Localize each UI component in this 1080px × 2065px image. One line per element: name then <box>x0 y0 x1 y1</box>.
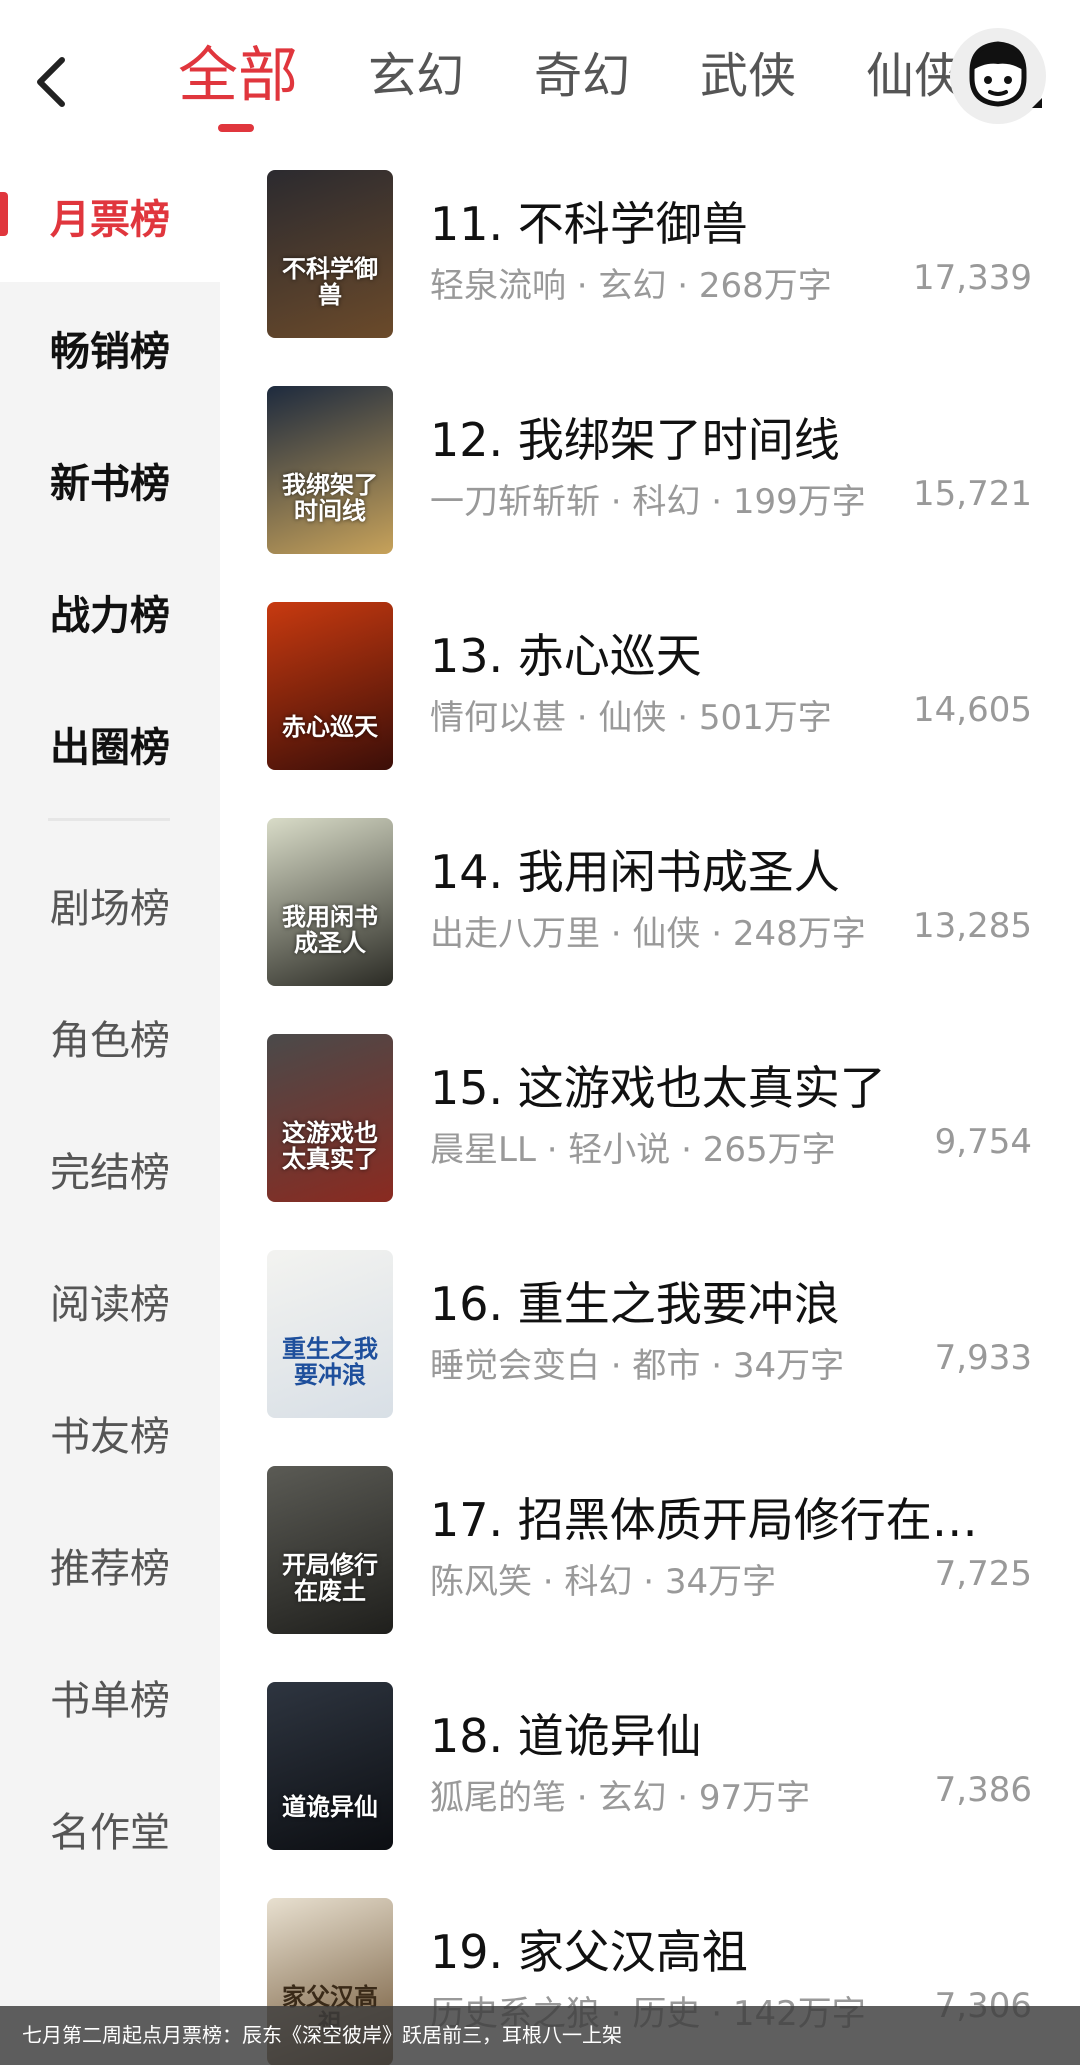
list-item[interactable]: 开局修行在废土 17. 招黑体质开局修行在… 陈风笑 · 科幻 · 34万字 7… <box>220 1446 1080 1662</box>
book-title: 18. 道诡异仙 <box>430 1709 702 1763</box>
cover-title: 我绑架了时间线 <box>282 470 378 525</box>
tab-xianxia[interactable]: 仙侠 <box>866 36 962 116</box>
book-meta: 睡觉会变白 · 都市 · 34万字 <box>430 1346 845 1386</box>
sidebar-item-completed[interactable]: 完结榜 <box>0 1103 220 1235</box>
sidebar-item-recommend[interactable]: 推荐榜 <box>0 1499 220 1631</box>
sidebar-item-power[interactable]: 战力榜 <box>0 546 220 678</box>
book-meta: 轻泉流响 · 玄幻 · 268万字 <box>430 266 832 306</box>
book-cover[interactable]: 开局修行在废土 <box>267 1466 393 1634</box>
book-cover[interactable]: 我绑架了时间线 <box>267 386 393 554</box>
book-cover[interactable]: 我用闲书成圣人 <box>267 818 393 986</box>
book-title: 13. 赤心巡天 <box>430 629 702 683</box>
monthly-ticket-count: 7,725 <box>934 1554 1032 1594</box>
caption-bar: 七月第二周起点月票榜：辰东《深空彼岸》跃居前三，耳根八一上架 <box>0 2006 1080 2065</box>
tab-wuxia[interactable]: 武侠 <box>700 36 796 116</box>
book-meta: 出走八万里 · 仙侠 · 248万字 <box>430 914 866 954</box>
book-meta: 情何以甚 · 仙侠 · 501万字 <box>430 698 832 738</box>
monthly-ticket-count: 14,605 <box>913 690 1032 730</box>
list-item[interactable]: 道诡异仙 18. 道诡异仙 狐尾的笔 · 玄幻 · 97万字 7,386 <box>220 1662 1080 1878</box>
cover-title: 重生之我要冲浪 <box>282 1334 378 1389</box>
sidebar-item-booklist[interactable]: 书单榜 <box>0 1631 220 1763</box>
book-meta: 陈风笑 · 科幻 · 34万字 <box>430 1562 777 1602</box>
book-title: 17. 招黑体质开局修行在… <box>430 1493 978 1547</box>
tab-xuanhuan[interactable]: 玄幻 <box>368 36 464 116</box>
tab-qihuan[interactable]: 奇幻 <box>534 36 630 116</box>
user-avatar-button[interactable] <box>950 28 1046 124</box>
user-face-icon <box>969 41 1042 108</box>
category-tabs: 全部 玄幻 奇幻 武侠 仙侠 <box>178 36 1032 132</box>
monthly-ticket-count: 15,721 <box>913 474 1032 514</box>
book-cover[interactable]: 道诡异仙 <box>267 1682 393 1850</box>
sidebar-divider <box>48 818 170 821</box>
sidebar-item-book-friends[interactable]: 书友榜 <box>0 1367 220 1499</box>
list-item[interactable]: 不科学御兽 11. 不科学御兽 轻泉流响 · 玄幻 · 268万字 17,339 <box>220 150 1080 366</box>
cover-title: 道诡异仙 <box>282 1792 378 1821</box>
monthly-ticket-count: 9,754 <box>934 1122 1032 1162</box>
book-title: 14. 我用闲书成圣人 <box>430 845 840 899</box>
book-meta: 一刀斩斩斩 · 科幻 · 199万字 <box>430 482 866 522</box>
list-item[interactable]: 我用闲书成圣人 14. 我用闲书成圣人 出走八万里 · 仙侠 · 248万字 1… <box>220 798 1080 1014</box>
back-button[interactable] <box>28 42 84 112</box>
list-item[interactable]: 重生之我要冲浪 16. 重生之我要冲浪 睡觉会变白 · 都市 · 34万字 7,… <box>220 1230 1080 1446</box>
list-item[interactable]: 这游戏也太真实了 15. 这游戏也太真实了 晨星LL · 轻小说 · 265万字… <box>220 1014 1080 1230</box>
tab-all[interactable]: 全部 <box>178 36 298 132</box>
sidebar-item-monthly-ticket[interactable]: 月票榜 <box>0 150 220 282</box>
sidebar-item-character[interactable]: 角色榜 <box>0 971 220 1103</box>
list-item[interactable]: 赤心巡天 13. 赤心巡天 情何以甚 · 仙侠 · 501万字 14,605 <box>220 582 1080 798</box>
list-item[interactable]: 我绑架了时间线 12. 我绑架了时间线 一刀斩斩斩 · 科幻 · 199万字 1… <box>220 366 1080 582</box>
cover-title: 不科学御兽 <box>282 254 378 309</box>
cover-title: 我用闲书成圣人 <box>282 902 378 957</box>
sidebar-item-reading[interactable]: 阅读榜 <box>0 1235 220 1367</box>
sidebar-item-theater[interactable]: 剧场榜 <box>0 839 220 971</box>
monthly-ticket-count: 7,386 <box>934 1770 1032 1810</box>
top-nav: 全部 玄幻 奇幻 武侠 仙侠 <box>0 0 1080 150</box>
cover-title: 开局修行在废土 <box>282 1550 378 1605</box>
sidebar-item-breakout[interactable]: 出圈榜 <box>0 678 220 810</box>
book-meta: 晨星LL · 轻小说 · 265万字 <box>430 1130 836 1170</box>
ranking-sidebar: 月票榜 畅销榜 新书榜 战力榜 出圈榜 剧场榜 角色榜 完结榜 阅读榜 书友榜 … <box>0 150 220 2065</box>
book-title: 19. 家父汉高祖 <box>430 1925 748 1979</box>
monthly-ticket-count: 17,339 <box>913 258 1032 298</box>
monthly-ticket-count: 13,285 <box>913 906 1032 946</box>
cover-title: 赤心巡天 <box>282 712 378 741</box>
book-cover[interactable]: 赤心巡天 <box>267 602 393 770</box>
book-title: 12. 我绑架了时间线 <box>430 413 840 467</box>
book-cover[interactable]: 这游戏也太真实了 <box>267 1034 393 1202</box>
sidebar-item-hall-of-fame[interactable]: 名作堂 <box>0 1763 220 1895</box>
book-cover[interactable]: 不科学御兽 <box>267 170 393 338</box>
book-meta: 狐尾的笔 · 玄幻 · 97万字 <box>430 1778 811 1818</box>
cover-title: 这游戏也太真实了 <box>282 1118 378 1173</box>
book-cover[interactable]: 重生之我要冲浪 <box>267 1250 393 1418</box>
monthly-ticket-count: 7,933 <box>934 1338 1032 1378</box>
chevron-left-icon <box>37 57 65 107</box>
sidebar-item-bestseller[interactable]: 畅销榜 <box>0 282 220 414</box>
book-title: 11. 不科学御兽 <box>430 197 748 251</box>
sidebar-item-new-book[interactable]: 新书榜 <box>0 414 220 546</box>
book-title: 16. 重生之我要冲浪 <box>430 1277 840 1331</box>
book-title: 15. 这游戏也太真实了 <box>430 1061 886 1115</box>
